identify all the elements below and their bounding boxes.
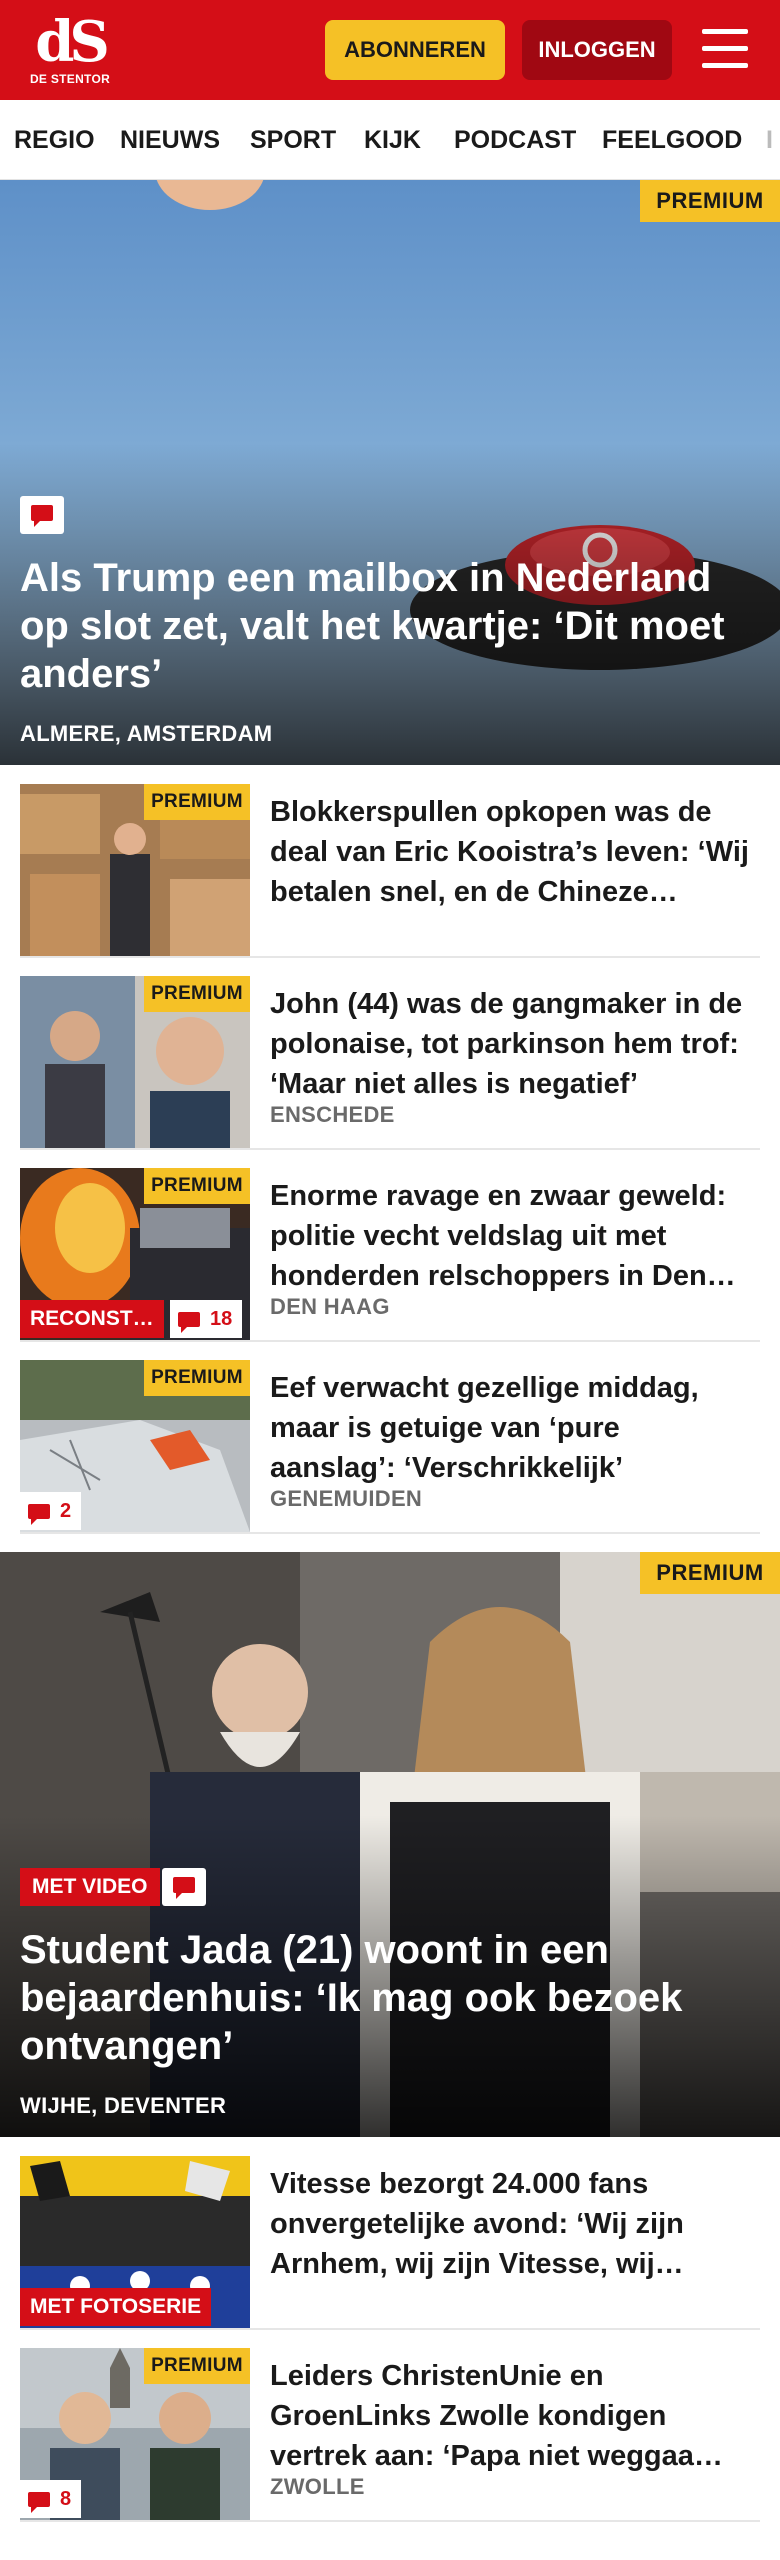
hero-article-2[interactable]: PREMIUM MET VIDEO Student Jada (21) woon… xyxy=(0,1552,780,2137)
section-nav: REGIO NIEUWS SPORT KIJK PODCAST FEELGOOD… xyxy=(0,100,780,180)
article-location: DEN HAAG xyxy=(270,1294,390,1319)
nav-item-nieuws[interactable]: NIEUWS xyxy=(120,100,220,179)
list-item[interactable]: MET FOTOSERIE Vitesse bezorgt 24.000 fan… xyxy=(20,2156,760,2330)
photo-series-label: MET FOTOSERIE xyxy=(20,2288,212,2326)
article-title[interactable]: Leiders ChristenUnie en GroenLinks Zwoll… xyxy=(270,2356,750,2476)
comments-badge[interactable]: 2 xyxy=(20,1492,82,1530)
comments-badge[interactable] xyxy=(20,496,64,534)
premium-badge: PREMIUM xyxy=(144,784,250,820)
hero-title[interactable]: Als Trump een mailbox in Nederland op sl… xyxy=(20,554,760,698)
logo-mark: dS xyxy=(35,9,110,75)
article-title[interactable]: Enorme ravage en zwaar geweld: politie v… xyxy=(270,1176,750,1296)
list-item[interactable]: PREMIUM 2 Eef verwacht gezellige middag,… xyxy=(20,1360,760,1534)
list-item[interactable]: PREMIUM Blokkerspullen opkopen was de de… xyxy=(20,784,760,958)
comments-count: 2 xyxy=(60,1499,72,1522)
comment-icon xyxy=(173,1877,195,1899)
list-item[interactable]: PREMIUM 8 Leiders ChristenUnie en GroenL… xyxy=(20,2348,760,2522)
hero-title[interactable]: Student Jada (21) woont in een bejaarden… xyxy=(20,1926,760,2070)
nav-item-sport[interactable]: SPORT xyxy=(250,100,336,179)
logo-name: DE STENTOR xyxy=(29,72,111,86)
comments-count: 8 xyxy=(60,2487,72,2510)
nav-item-regio[interactable]: REGIO xyxy=(14,100,95,179)
article-location: ENSCHEDE xyxy=(270,1102,395,1127)
article-title[interactable]: John (44) was de gangmaker in de polonai… xyxy=(270,984,750,1104)
comments-badge[interactable] xyxy=(162,1868,206,1906)
premium-badge: PREMIUM xyxy=(640,180,780,222)
menu-icon[interactable] xyxy=(700,27,750,71)
nav-item-podcast[interactable]: PODCAST xyxy=(454,100,576,179)
comment-icon xyxy=(31,505,53,527)
video-label: MET VIDEO xyxy=(20,1868,160,1906)
comment-icon xyxy=(178,1311,200,1333)
premium-badge: PREMIUM xyxy=(144,1168,250,1204)
nav-item-kijk[interactable]: KIJK xyxy=(364,100,421,179)
article-location: GENEMUIDEN xyxy=(270,1486,423,1511)
site-header: dS DE STENTOR ABONNEREN INLOGGEN xyxy=(0,0,780,100)
subscribe-button[interactable]: ABONNEREN xyxy=(325,20,505,80)
hero-location: WIJHE, DEVENTER xyxy=(20,2093,227,2118)
article-title[interactable]: Eef verwacht gezellige middag, maar is g… xyxy=(270,1368,750,1488)
comments-count: 18 xyxy=(210,1307,233,1330)
premium-badge: PREMIUM xyxy=(640,1552,780,1594)
login-button[interactable]: INLOGGEN xyxy=(522,20,672,80)
comment-icon xyxy=(28,1503,50,1525)
list-item[interactable]: PREMIUM John (44) was de gangmaker in de… xyxy=(20,976,760,1150)
nav-item-feelgood[interactable]: FEELGOOD xyxy=(602,100,742,179)
reconstruction-label: RECONST… xyxy=(20,1300,164,1338)
premium-badge: PREMIUM xyxy=(144,976,250,1012)
nav-item-more[interactable]: I xyxy=(766,100,773,179)
article-location: ZWOLLE xyxy=(270,2474,365,2499)
comment-icon xyxy=(28,2491,50,2513)
premium-badge: PREMIUM xyxy=(144,1360,250,1396)
hero-article-1[interactable]: PREMIUM Als Trump een mailbox in Nederla… xyxy=(0,180,780,765)
comments-badge[interactable]: 18 xyxy=(170,1300,243,1338)
article-title[interactable]: Blokkerspullen opkopen was de deal van E… xyxy=(270,792,750,912)
list-item[interactable]: PREMIUM RECONST… 18 Enorme ravage en zwa… xyxy=(20,1168,760,1342)
hero-location: ALMERE, AMSTERDAM xyxy=(20,721,273,746)
site-logo[interactable]: dS DE STENTOR xyxy=(28,14,112,88)
article-title[interactable]: Vitesse bezorgt 24.000 fans onvergetelij… xyxy=(270,2164,750,2284)
premium-badge: PREMIUM xyxy=(144,2348,250,2384)
comments-badge[interactable]: 8 xyxy=(20,2480,82,2518)
